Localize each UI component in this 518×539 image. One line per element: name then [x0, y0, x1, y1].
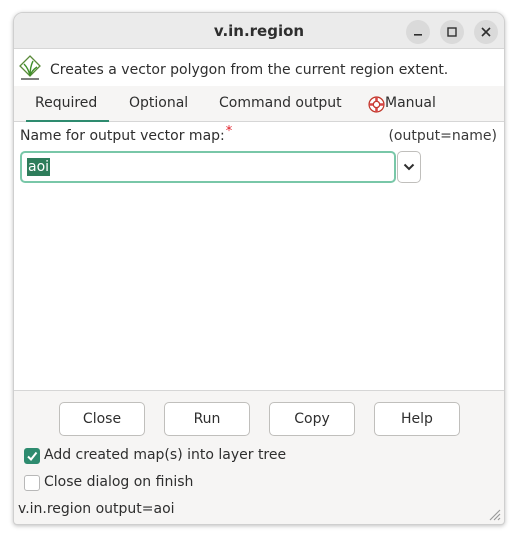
tab-manual[interactable]: Manual	[368, 95, 436, 113]
required-marker: *	[225, 124, 233, 139]
copy-button[interactable]: Copy	[269, 402, 355, 436]
tab-optional[interactable]: Optional	[129, 95, 188, 111]
output-name-input[interactable]: aoi	[20, 151, 396, 183]
tab-required[interactable]: Required	[25, 95, 110, 123]
help-lifebuoy-icon	[368, 96, 385, 113]
close-on-finish-label[interactable]: Close dialog on finish	[44, 474, 193, 490]
output-name-label: Name for output vector map:*	[20, 124, 232, 144]
resize-grip-icon[interactable]	[485, 505, 501, 521]
chevron-down-icon	[403, 163, 415, 171]
tab-command-output[interactable]: Command output	[219, 95, 342, 111]
add-to-layer-tree-label[interactable]: Add created map(s) into layer tree	[44, 447, 286, 463]
close-on-finish-checkbox[interactable]	[24, 475, 40, 491]
dialog-window: v.in.region Creates a vector polygon fro…	[13, 12, 505, 525]
close-button[interactable]: Close	[59, 402, 145, 436]
maximize-icon	[447, 27, 457, 37]
grass-logo-icon	[19, 55, 41, 80]
minimize-button[interactable]	[406, 20, 430, 44]
close-icon	[481, 27, 491, 37]
module-description: Creates a vector polygon from the curren…	[50, 62, 449, 78]
close-window-button[interactable]	[474, 20, 498, 44]
run-button[interactable]: Run	[164, 402, 250, 436]
parameter-hint: (output=name)	[388, 128, 497, 144]
maximize-button[interactable]	[440, 20, 464, 44]
tab-bar: Required Optional Command output Manual	[14, 86, 504, 123]
output-name-value: aoi	[27, 158, 51, 176]
window-title: v.in.region	[213, 22, 305, 40]
status-bar-command: v.in.region output=aoi	[18, 501, 175, 517]
tab-manual-label: Manual	[385, 95, 436, 111]
help-button[interactable]: Help	[374, 402, 460, 436]
minimize-icon	[414, 34, 422, 36]
required-options-panel: Name for output vector map:* (output=nam…	[14, 122, 504, 391]
title-bar[interactable]: v.in.region	[14, 13, 504, 49]
output-name-dropdown-button[interactable]	[397, 151, 421, 183]
output-name-label-text: Name for output vector map:	[20, 128, 225, 144]
checkmark-icon	[27, 451, 38, 462]
add-to-layer-tree-checkbox[interactable]	[24, 448, 40, 464]
